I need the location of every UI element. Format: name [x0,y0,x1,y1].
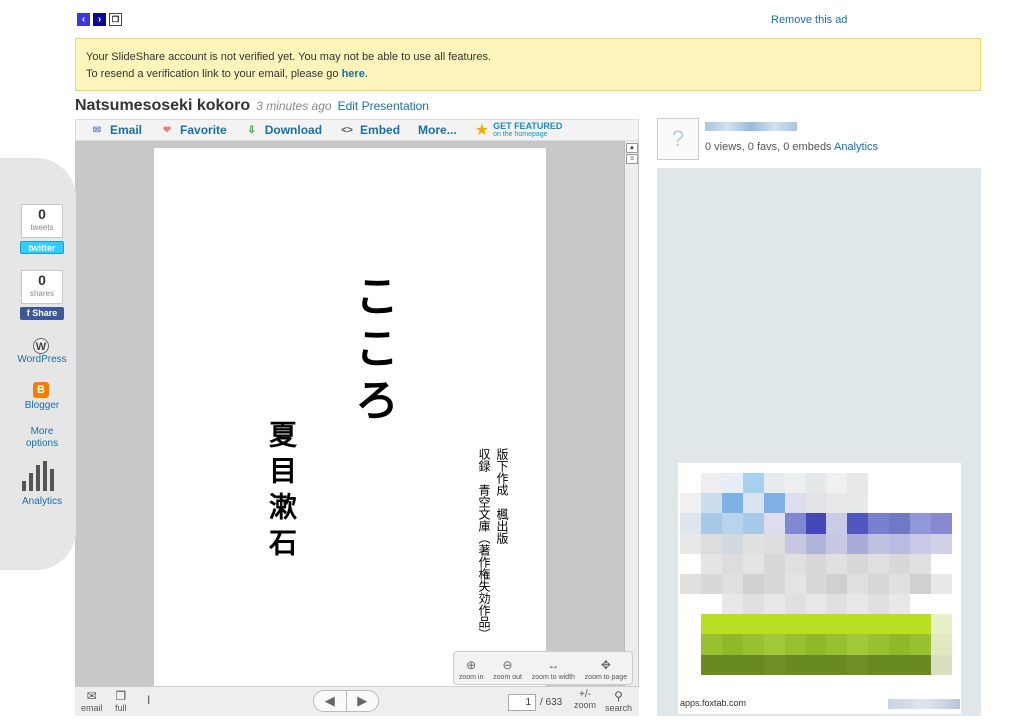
page-navigator: ◀ ▶ [313,690,379,712]
previous-slide-button[interactable]: ◀ [314,691,347,711]
viewer-scrollbar[interactable]: ▲ ≡ [624,141,638,686]
slide-note-source: 収録 青空文庫（著作権失効作品） [477,448,491,640]
email-button[interactable]: ✉ Email [90,123,142,137]
analytics-link[interactable]: Analytics [10,496,74,507]
download-icon: ⇩ [247,124,256,136]
text-cursor-icon[interactable]: I [147,693,150,707]
share-counter: 0 shares [21,270,63,304]
fit-width-icon: ↔ [547,658,560,672]
viewer-bottom-bar: ✉ email ❐ full I ◀ ▶ 1 / 633 +/- zoom ⚲ sear… [75,686,639,716]
heart-icon: ❤ [162,124,172,136]
zoom-in-button[interactable]: ⊕ zoom in [459,658,484,681]
blogger-icon[interactable]: B [33,382,49,398]
ad-source: apps.foxtab.com [680,698,747,708]
slide-note-publisher: 版下作成 楓出版 [495,448,509,544]
embed-button[interactable]: <> Embed [340,123,400,137]
presentation-stats: 0 views, 0 favs, 0 embeds Analytics [705,141,879,153]
avatar[interactable]: ? [657,118,699,160]
search-button[interactable]: ⚲ search [605,689,632,713]
bottom-email-button[interactable]: ✉ email [81,689,103,713]
analytics-icon[interactable] [22,461,54,491]
slide-author: 夏目漱石 [265,420,298,564]
fullscreen-icon: ❐ [115,689,127,703]
code-icon: <> [341,124,353,136]
scroll-thumb[interactable]: ≡ [626,154,638,164]
wordpress-link[interactable]: WordPress [10,354,74,365]
scroll-up-icon[interactable]: ▲ [626,143,638,153]
star-icon: ★ [474,122,490,139]
blogger-link[interactable]: Blogger [10,400,74,411]
ad-blurred-text [888,699,960,709]
zoom-in-icon: ⊕ [466,658,477,672]
more-options-link[interactable]: More options [10,426,74,450]
ad-panel: apps.foxtab.com [657,168,981,716]
resend-verification-link[interactable]: here [342,68,365,80]
envelope-icon: ✉ [92,124,102,136]
ad-image-pixelated [680,473,952,695]
slide-title: こころ [347,273,398,429]
presentation-header: Natsumesoseki kokoro 3 minutes ago Edit … [75,97,429,115]
twitter-button[interactable]: twitter [20,241,64,254]
facebook-share-button[interactable]: f Share [20,307,64,320]
envelope-icon: ✉ [86,689,97,703]
edit-presentation-link[interactable]: Edit Presentation [338,99,429,113]
notice-line-2: To resend a verification link to your em… [86,68,368,80]
presentation-toolbar: ✉ Email ❤ Favorite ⇩ Download <> Embed More.… [75,119,639,141]
slide-page: こころ 夏目漱石 版下作成 楓出版 収録 青空文庫（著作権失効作品） [154,148,546,686]
fullscreen-button[interactable]: ❐ full [115,689,127,713]
page-number-input[interactable]: 1 [508,694,536,711]
zoom-out-button[interactable]: ⊖ zoom out [493,658,522,681]
next-slide-button[interactable]: ▶ [347,691,379,711]
favorite-button[interactable]: ❤ Favorite [160,123,227,137]
chevron-right-icon[interactable]: › [93,13,106,26]
zoom-to-page-button[interactable]: ✥ zoom to page [585,658,627,681]
presentation-title: Natsumesoseki kokoro [75,97,251,114]
popout-window-icon[interactable]: ❐ [109,13,122,26]
remove-ad-link[interactable]: Remove this ad [771,14,847,26]
zoom-controls: ⊕ zoom in ⊖ zoom out ↔ zoom to width ✥ zoom … [453,651,633,685]
zoom-out-icon: ⊖ [502,658,513,672]
download-button[interactable]: ⇩ Download [245,123,323,137]
chevron-left-icon[interactable]: ‹ [77,13,90,26]
notice-line-1: Your SlideShare account is not verified … [86,51,492,63]
top-nav: ‹ › ❐ [77,13,122,26]
zoom-to-width-button[interactable]: ↔ zoom to width [532,658,575,681]
wordpress-icon[interactable]: W [33,338,49,354]
search-icon: ⚲ [614,689,623,703]
page-total: / 633 [540,697,563,708]
share-sidebar: 0 tweets twitter 0 shares f Share W Word… [0,158,76,570]
zoom-toggle-button[interactable]: +/- zoom [574,689,596,710]
verification-notice: Your SlideShare account is not verified … [75,38,981,91]
tweet-counter: 0 tweets [21,204,63,238]
more-button[interactable]: More... [418,123,457,137]
uploader-name-blurred[interactable] [705,122,797,131]
ad-banner[interactable]: apps.foxtab.com [678,463,961,714]
get-featured-button[interactable]: ★ GET FEATURED on the homepage [475,120,563,140]
upload-time: 3 minutes ago [256,99,332,113]
fit-page-icon: ✥ [600,658,611,672]
slide-viewer: こころ 夏目漱石 版下作成 楓出版 収録 青空文庫（著作権失効作品） ▲ ≡ ⊕… [75,141,639,686]
uploader-analytics-link[interactable]: Analytics [834,141,878,153]
